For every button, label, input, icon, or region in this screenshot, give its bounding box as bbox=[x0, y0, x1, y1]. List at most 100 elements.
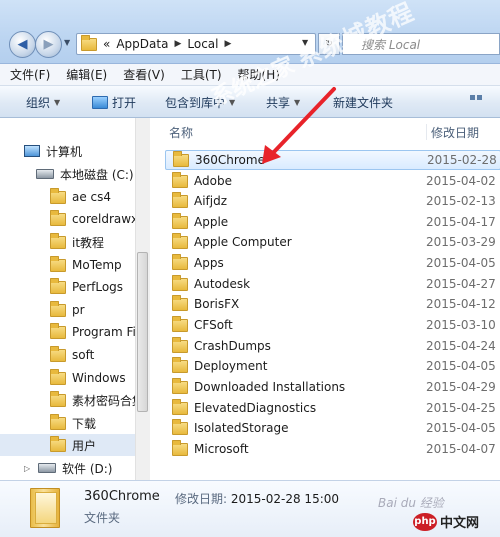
nav-scrollbar-thumb[interactable] bbox=[137, 252, 148, 412]
column-header-name[interactable]: 名称 bbox=[169, 124, 193, 141]
organize-button[interactable]: 组织 ▼ bbox=[26, 94, 60, 111]
file-row[interactable]: Adobe 2015-04-02 10:43 bbox=[165, 171, 500, 191]
folder-icon bbox=[172, 191, 188, 208]
nav-item-users[interactable]: 用户 bbox=[0, 434, 135, 456]
nav-item-label: 用户 bbox=[72, 438, 97, 453]
share-label: 共享 bbox=[266, 96, 291, 110]
nav-item-label: 计算机 bbox=[46, 144, 83, 159]
nav-item-label: 下载 bbox=[72, 416, 97, 431]
folder-icon bbox=[50, 187, 66, 204]
nav-item-label: Program Files bbox=[72, 325, 135, 339]
file-name: Autodesk bbox=[194, 277, 251, 291]
file-row[interactable]: CrashDumps 2015-04-24 10:36 bbox=[165, 336, 500, 356]
back-button[interactable]: ◀ bbox=[9, 31, 36, 58]
nav-item-ae-cs4[interactable]: ae cs4 bbox=[0, 186, 135, 208]
file-date: 2015-04-02 10:43 bbox=[426, 174, 500, 188]
file-name: Apps bbox=[194, 256, 224, 270]
view-options-icon[interactable] bbox=[470, 95, 482, 100]
folder-icon bbox=[50, 413, 66, 430]
dropdown-arrow-icon: ▼ bbox=[54, 98, 61, 107]
file-name: Microsoft bbox=[194, 442, 249, 456]
folder-icon bbox=[172, 294, 188, 311]
nav-item-windows[interactable]: Windows bbox=[0, 367, 135, 389]
file-date: 2015-04-17 8:31 bbox=[426, 215, 500, 229]
file-row[interactable]: BorisFX 2015-04-12 13:20 bbox=[165, 294, 500, 314]
file-date: 2015-02-28 15:00 bbox=[427, 153, 500, 167]
new-folder-button[interactable]: 新建文件夹 bbox=[333, 94, 393, 111]
share-button[interactable]: 共享 ▼ bbox=[266, 94, 300, 111]
folder-icon bbox=[172, 377, 188, 394]
nav-item-pr[interactable]: pr bbox=[0, 299, 135, 321]
file-row[interactable]: ElevatedDiagnostics 2015-04-25 17:03 bbox=[165, 398, 500, 418]
file-row[interactable]: Deployment 2015-04-05 20:07 bbox=[165, 356, 500, 376]
folder-icon bbox=[50, 368, 66, 385]
nav-item-program-files[interactable]: Program Files bbox=[0, 321, 135, 343]
nav-item-drive-c[interactable]: 本地磁盘 (C:) bbox=[0, 163, 135, 185]
drive-icon bbox=[38, 463, 56, 473]
nav-item-label: 本地磁盘 (C:) bbox=[60, 167, 134, 182]
file-name: Adobe bbox=[194, 174, 232, 188]
nav-item-downloads[interactable]: 下载 bbox=[0, 412, 135, 434]
file-date: 2015-04-25 17:03 bbox=[426, 401, 500, 415]
folder-icon bbox=[172, 253, 188, 270]
php-site-text: 中文网 bbox=[440, 516, 480, 531]
file-date: 2015-02-13 10:15 bbox=[426, 194, 500, 208]
file-name: 360Chrome bbox=[195, 153, 265, 167]
nav-item-coreldrawx7[interactable]: coreldrawx7 bbox=[0, 208, 135, 230]
file-row[interactable]: IsolatedStorage 2015-04-05 21:40 bbox=[165, 418, 500, 438]
file-date: 2015-03-10 9:47 bbox=[426, 318, 500, 332]
recent-pages-dropdown-icon[interactable]: ▼ bbox=[64, 38, 70, 47]
menu-file[interactable]: 文件(F) bbox=[10, 66, 50, 83]
nav-item-computer[interactable]: 计算机 bbox=[0, 140, 135, 162]
file-row[interactable]: Apps 2015-04-05 20:02 bbox=[165, 253, 500, 273]
file-date: 2015-04-07 8:55 bbox=[426, 442, 500, 456]
menu-edit[interactable]: 编辑(E) bbox=[66, 66, 107, 83]
nav-item-label: MoTemp bbox=[72, 258, 122, 272]
folder-icon bbox=[50, 345, 66, 362]
file-date: 2015-04-05 20:07 bbox=[426, 359, 500, 373]
breadcrumb-local[interactable]: Local bbox=[187, 37, 218, 51]
file-name: BorisFX bbox=[194, 297, 240, 311]
forward-arrow-icon: ▶ bbox=[43, 37, 54, 52]
expand-arrow-icon[interactable]: ▷ bbox=[24, 464, 32, 473]
drive-icon bbox=[36, 169, 54, 179]
file-row[interactable]: Apple 2015-04-17 8:31 bbox=[165, 212, 500, 232]
file-date: 2015-04-29 15:12 bbox=[426, 380, 500, 394]
file-row[interactable]: Autodesk 2015-04-27 11:30 bbox=[165, 274, 500, 294]
nav-item-perflogs[interactable]: PerfLogs bbox=[0, 276, 135, 298]
file-row[interactable]: Microsoft 2015-04-07 8:55 bbox=[165, 439, 500, 459]
file-date: 2015-03-29 12:54 bbox=[426, 235, 500, 249]
folder-icon bbox=[50, 209, 66, 226]
nav-item-label: 软件 (D:) bbox=[62, 461, 113, 476]
forward-button[interactable]: ▶ bbox=[35, 31, 62, 58]
file-row[interactable]: Apple Computer 2015-03-29 12:54 bbox=[165, 232, 500, 252]
column-header-date[interactable]: 修改日期 bbox=[426, 124, 479, 140]
menu-view[interactable]: 查看(V) bbox=[123, 66, 165, 83]
file-list: 名称 修改日期 360Chrome 2015-02-28 15:00 Adobe 2… bbox=[151, 118, 500, 480]
folder-icon bbox=[50, 390, 66, 407]
watermark-php: php 中文网 bbox=[413, 512, 479, 531]
back-arrow-icon: ◀ bbox=[17, 37, 28, 52]
nav-item-material-passwords[interactable]: 素材密码合集 bbox=[0, 389, 135, 411]
breadcrumb-appdata[interactable]: AppData bbox=[116, 37, 168, 51]
file-row[interactable]: Downloaded Installations 2015-04-29 15:12 bbox=[165, 377, 500, 397]
nav-item-drive-d[interactable]: ▷ 软件 (D:) bbox=[0, 457, 135, 479]
file-row[interactable]: Aifjdz 2015-02-13 10:15 bbox=[165, 191, 500, 211]
open-button[interactable]: 打开 bbox=[92, 94, 136, 111]
dropdown-arrow-icon: ▼ bbox=[294, 98, 301, 107]
details-modified-value: 2015-02-28 15:00 bbox=[230, 492, 340, 506]
file-name: ElevatedDiagnostics bbox=[194, 401, 317, 415]
breadcrumb-chevron-icon[interactable]: ▶ bbox=[174, 39, 181, 49]
nav-item-motemp[interactable]: MoTemp bbox=[0, 254, 135, 276]
file-row-selected[interactable]: 360Chrome 2015-02-28 15:00 bbox=[165, 150, 500, 170]
nav-item-it-tutorial[interactable]: it教程 bbox=[0, 231, 135, 253]
file-date: 2015-04-27 11:30 bbox=[426, 277, 500, 291]
nav-item-soft[interactable]: soft bbox=[0, 344, 135, 366]
address-overflow[interactable]: « bbox=[103, 37, 110, 51]
folder-icon bbox=[50, 232, 66, 249]
details-modified-label: 修改日期: bbox=[175, 492, 228, 506]
nav-item-label: ae cs4 bbox=[72, 190, 112, 204]
breadcrumb-chevron-icon[interactable]: ▶ bbox=[224, 39, 231, 49]
file-date: 2015-04-24 10:36 bbox=[426, 339, 500, 353]
file-row[interactable]: CFSoft 2015-03-10 9:47 bbox=[165, 315, 500, 335]
